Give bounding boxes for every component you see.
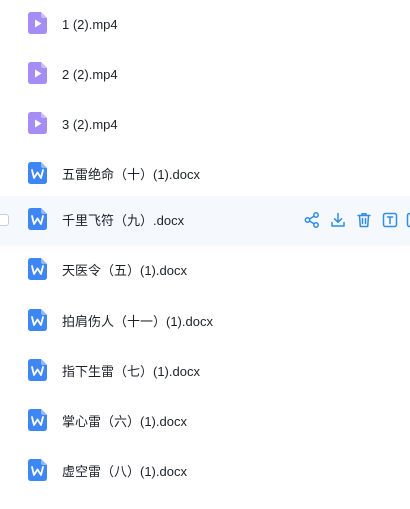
file-name[interactable]: 千里飞符（九）.docx	[62, 196, 184, 246]
file-name[interactable]: 天医令（五）(1).docx	[62, 246, 187, 296]
word-doc-icon	[28, 208, 47, 230]
file-row[interactable]: 3 (2).mp4	[0, 100, 410, 150]
word-doc-icon	[28, 162, 47, 184]
file-name[interactable]: 指下生雷（七）(1).docx	[62, 347, 200, 397]
word-doc-icon	[28, 309, 47, 331]
file-name[interactable]: 1 (2).mp4	[62, 0, 118, 50]
file-row[interactable]: 天医令（五）(1).docx	[0, 246, 410, 296]
file-name[interactable]: 五雷绝命（十）(1).docx	[62, 150, 200, 200]
file-name[interactable]: 3 (2).mp4	[62, 100, 118, 150]
video-file-icon	[28, 112, 47, 134]
share-icon[interactable]	[303, 211, 321, 229]
file-row[interactable]: 拍肩伤人（十一）(1).docx	[0, 297, 410, 347]
word-doc-icon	[28, 409, 47, 431]
file-row-hovered[interactable]: 千里飞符（九）.docx	[0, 196, 410, 246]
download-icon[interactable]	[329, 211, 347, 229]
more-icon[interactable]	[405, 211, 410, 229]
video-file-icon	[28, 62, 47, 84]
file-name[interactable]: 掌心雷（六）(1).docx	[62, 397, 187, 447]
video-file-icon	[28, 12, 47, 34]
file-row[interactable]: 指下生雷（七）(1).docx	[0, 347, 410, 397]
word-doc-icon	[28, 459, 47, 481]
file-row[interactable]: 虚空雷（八）(1).docx	[0, 447, 410, 497]
word-doc-icon	[28, 359, 47, 381]
file-name[interactable]: 虚空雷（八）(1).docx	[62, 447, 187, 497]
file-row[interactable]: 掌心雷（六）(1).docx	[0, 397, 410, 447]
row-checkbox[interactable]	[0, 214, 9, 226]
file-row[interactable]: 2 (2).mp4	[0, 50, 410, 100]
file-name[interactable]: 2 (2).mp4	[62, 50, 118, 100]
file-list: 1 (2).mp4 2 (2).mp4 3 (2).mp4 五雷绝命（十）(1)…	[0, 0, 410, 509]
file-name[interactable]: 拍肩伤人（十一）(1).docx	[62, 297, 213, 347]
word-doc-icon	[28, 258, 47, 280]
delete-icon[interactable]	[355, 211, 373, 229]
file-row[interactable]: 五雷绝命（十）(1).docx	[0, 150, 410, 200]
rename-icon[interactable]	[381, 211, 399, 229]
file-row[interactable]: 1 (2).mp4	[0, 0, 410, 50]
